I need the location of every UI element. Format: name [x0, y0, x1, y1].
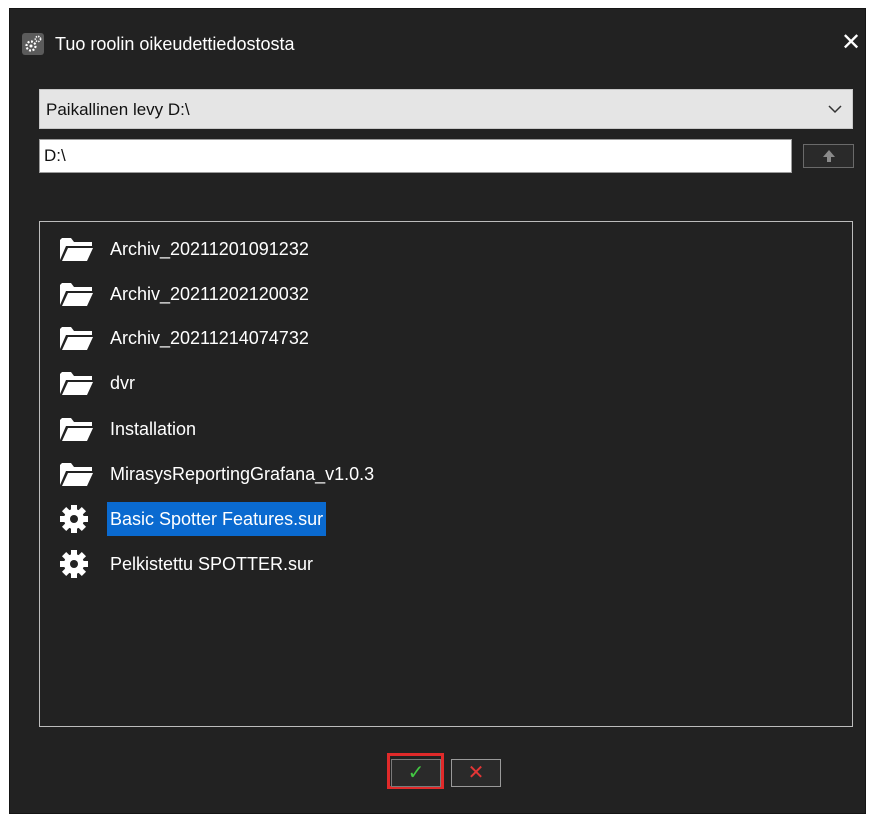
- import-role-dialog: Tuo roolin oikeudettiedostosta ✕ Paikall…: [9, 8, 866, 814]
- list-item-label: MirasysReportingGrafana_v1.0.3: [110, 464, 375, 484]
- gears-icon: [22, 33, 44, 55]
- list-item-label: Archiv_20211214074732: [110, 328, 309, 348]
- cancel-button[interactable]: ✕: [451, 759, 501, 787]
- list-item[interactable]: Archiv_20211201091232: [58, 232, 658, 266]
- list-item-label: Installation: [110, 419, 197, 439]
- list-item-selected[interactable]: Basic Spotter Features.sur: [58, 502, 658, 536]
- list-item-label: Archiv_20211202120032: [110, 284, 309, 304]
- list-item[interactable]: dvr: [58, 366, 658, 400]
- folder-icon: [60, 238, 93, 261]
- ok-button[interactable]: ✓: [391, 759, 441, 787]
- close-button[interactable]: ✕: [839, 31, 863, 55]
- drive-select[interactable]: Paikallinen levy D:\: [39, 89, 853, 129]
- drive-select-value: Paikallinen levy D:\: [46, 100, 190, 119]
- folder-icon: [60, 283, 93, 306]
- folder-icon: [60, 463, 93, 486]
- path-input[interactable]: [39, 139, 792, 173]
- dialog-title: Tuo roolin oikeudettiedostosta: [55, 34, 295, 54]
- list-item-label: Basic Spotter Features.sur: [107, 502, 327, 536]
- chevron-down-icon: [828, 105, 842, 114]
- list-item[interactable]: Pelkistettu SPOTTER.sur: [58, 547, 658, 581]
- list-item[interactable]: Archiv_20211214074732: [58, 321, 658, 355]
- folder-icon: [60, 418, 93, 441]
- gear-icon: [60, 550, 88, 578]
- list-item[interactable]: Installation: [58, 412, 658, 446]
- list-item-label: Archiv_20211201091232: [110, 239, 309, 259]
- folder-icon: [60, 327, 93, 350]
- list-item-label: dvr: [110, 373, 136, 393]
- title-bar: Tuo roolin oikeudettiedostosta ✕: [10, 9, 865, 73]
- list-item-label: Pelkistettu SPOTTER.sur: [110, 554, 314, 574]
- folder-icon: [60, 372, 93, 395]
- parent-folder-button[interactable]: [803, 144, 854, 168]
- arrow-up-icon: [823, 150, 835, 162]
- gear-icon: [60, 505, 88, 533]
- list-item[interactable]: MirasysReportingGrafana_v1.0.3: [58, 457, 658, 491]
- file-list[interactable]: Archiv_20211201091232 Archiv_20211202120…: [39, 221, 853, 727]
- list-item[interactable]: Archiv_20211202120032: [58, 277, 658, 311]
